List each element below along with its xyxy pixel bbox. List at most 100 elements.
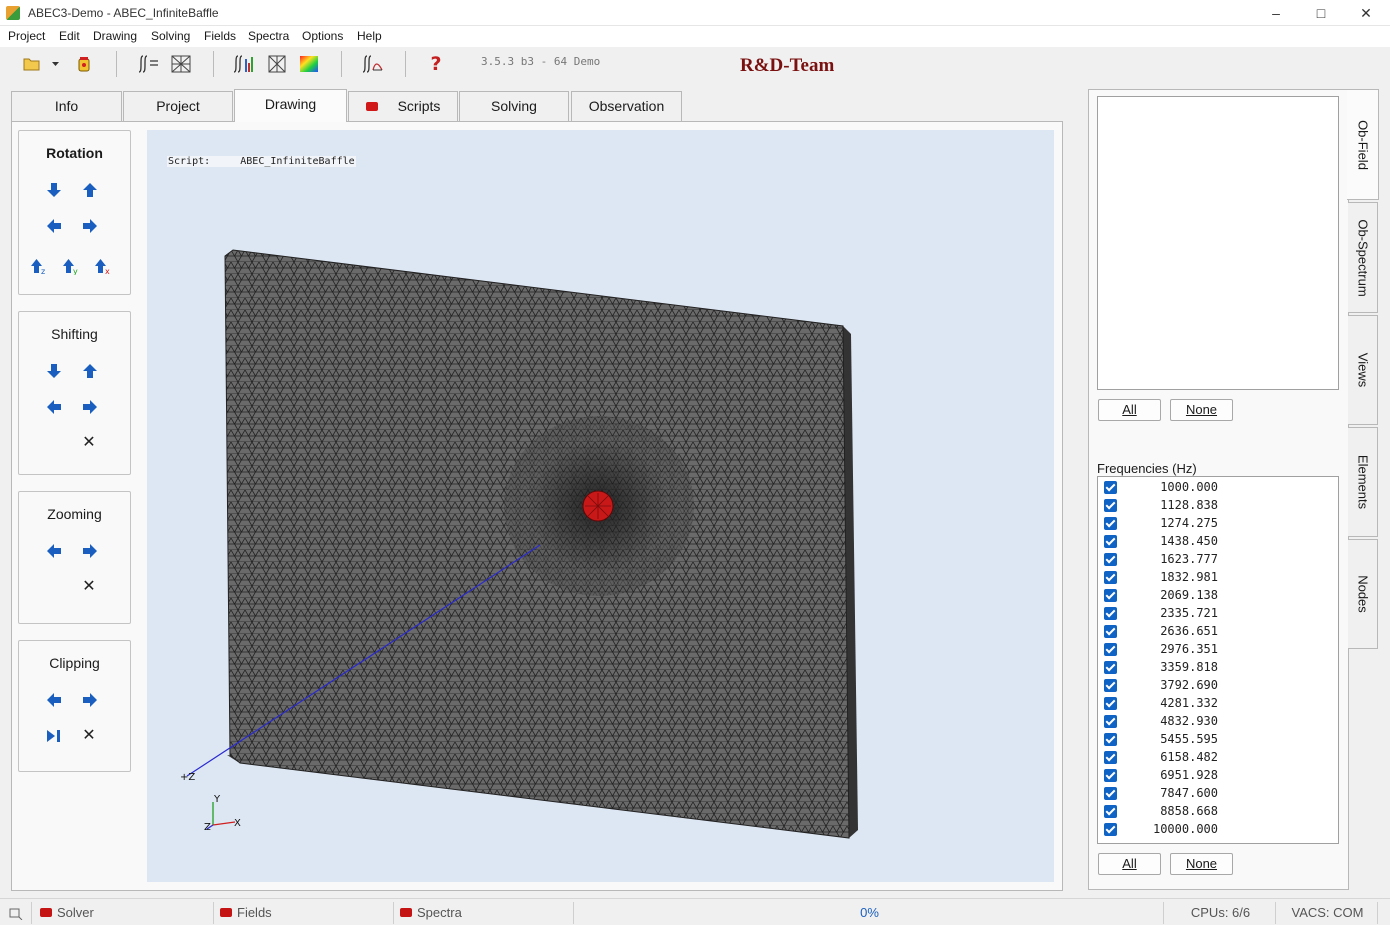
frequency-row[interactable]: 1128.838 — [1098, 496, 1338, 514]
frequency-row[interactable]: 2335.721 — [1098, 604, 1338, 622]
mesh-wire-icon[interactable] — [265, 53, 289, 75]
shift-left-arrow-icon[interactable] — [45, 398, 63, 416]
observation-list[interactable] — [1097, 96, 1339, 390]
zoom-out-arrow-icon[interactable] — [45, 542, 63, 560]
frequency-checkbox[interactable] — [1104, 751, 1117, 764]
frequency-row[interactable]: 1623.777 — [1098, 550, 1338, 568]
frequency-row[interactable]: 3359.818 — [1098, 658, 1338, 676]
integral-spectrum-icon[interactable] — [361, 53, 385, 75]
side-tab-nodes[interactable]: Nodes — [1348, 539, 1378, 649]
color-map-icon[interactable] — [297, 53, 321, 75]
frequency-checkbox[interactable] — [1104, 625, 1117, 638]
frequency-checkbox[interactable] — [1104, 481, 1117, 494]
frequency-checkbox[interactable] — [1104, 805, 1117, 818]
rotate-z-axis-icon[interactable]: z — [30, 257, 48, 275]
menu-help[interactable]: Help — [357, 29, 382, 43]
rotate-y-axis-icon[interactable]: y — [62, 257, 80, 275]
frequency-checkbox[interactable] — [1104, 697, 1117, 710]
mesh-grid-icon[interactable] — [169, 53, 193, 75]
clip-right-arrow-icon[interactable] — [81, 691, 99, 709]
frequency-checkbox[interactable] — [1104, 553, 1117, 566]
frequency-list[interactable]: 1000.000 1128.838 1274.275 1438.450 1623.777… — [1097, 476, 1339, 844]
tab-solving[interactable]: Solving — [459, 91, 569, 121]
frequency-row[interactable]: 7847.600 — [1098, 784, 1338, 802]
shift-down-arrow-icon[interactable] — [45, 362, 63, 380]
frequency-row[interactable]: 8858.668 — [1098, 802, 1338, 820]
tab-drawing[interactable]: Drawing — [234, 89, 347, 122]
maximize-button[interactable]: □ — [1298, 0, 1344, 26]
frequency-row[interactable]: 4832.930 — [1098, 712, 1338, 730]
save-jar-icon[interactable] — [72, 53, 96, 75]
menu-edit[interactable]: Edit — [59, 29, 80, 43]
zoom-in-arrow-icon[interactable] — [81, 542, 99, 560]
frequency-row[interactable]: 10000.000 — [1098, 820, 1338, 838]
clip-left-arrow-icon[interactable] — [45, 691, 63, 709]
help-question-icon[interactable]: ? — [424, 53, 448, 75]
menu-drawing[interactable]: Drawing — [93, 29, 137, 43]
frequency-row[interactable]: 6951.928 — [1098, 766, 1338, 784]
obs-none-button[interactable]: None — [1170, 399, 1233, 421]
freq-all-button[interactable]: All — [1098, 853, 1161, 875]
frequency-checkbox[interactable] — [1104, 589, 1117, 602]
menu-project[interactable]: Project — [8, 29, 45, 43]
tab-project[interactable]: Project — [123, 91, 233, 121]
rotate-up-arrow-icon[interactable] — [81, 181, 99, 199]
shift-reset-icon[interactable]: ✕ — [81, 435, 97, 451]
menu-options[interactable]: Options — [302, 29, 343, 43]
frequency-row[interactable]: 6158.482 — [1098, 748, 1338, 766]
frequency-checkbox[interactable] — [1104, 715, 1117, 728]
frequency-row[interactable]: 5455.595 — [1098, 730, 1338, 748]
frequency-checkbox[interactable] — [1104, 607, 1117, 620]
frequency-row[interactable]: 2069.138 — [1098, 586, 1338, 604]
rotate-left-arrow-icon[interactable] — [45, 217, 63, 235]
integral-list-icon[interactable] — [137, 53, 161, 75]
menu-solving[interactable]: Solving — [151, 29, 190, 43]
side-tab-ob-field-label: Ob-Field — [1355, 119, 1370, 170]
side-tab-views[interactable]: Views — [1348, 315, 1378, 425]
rotate-x-axis-icon[interactable]: x — [94, 257, 112, 275]
side-tab-nodes-label: Nodes — [1355, 575, 1370, 613]
freq-none-button[interactable]: None — [1170, 853, 1233, 875]
rotate-right-arrow-icon[interactable] — [81, 217, 99, 235]
side-tab-elements[interactable]: Elements — [1348, 427, 1378, 537]
frequency-row[interactable]: 1832.981 — [1098, 568, 1338, 586]
frequency-row[interactable]: 1000.000 — [1098, 478, 1338, 496]
menu-spectra[interactable]: Spectra — [248, 29, 289, 43]
frequency-checkbox[interactable] — [1104, 517, 1117, 530]
rotate-down-arrow-icon[interactable] — [45, 181, 63, 199]
shift-up-arrow-icon[interactable] — [81, 362, 99, 380]
tab-observation[interactable]: Observation — [571, 91, 682, 121]
shift-right-arrow-icon[interactable] — [81, 398, 99, 416]
frequency-checkbox[interactable] — [1104, 661, 1117, 674]
clip-step-icon[interactable] — [45, 727, 63, 745]
frequency-row[interactable]: 2976.351 — [1098, 640, 1338, 658]
mesh-viewport[interactable]: +Z Y Z X — [147, 130, 1054, 882]
clip-reset-icon[interactable]: ✕ — [81, 728, 97, 744]
frequency-checkbox[interactable] — [1104, 787, 1117, 800]
frequency-row[interactable]: 2636.651 — [1098, 622, 1338, 640]
frequency-row[interactable]: 1438.450 — [1098, 532, 1338, 550]
open-folder-icon[interactable] — [20, 53, 44, 75]
tab-scripts[interactable]: Scripts — [348, 91, 458, 121]
tab-info[interactable]: Info — [11, 91, 122, 121]
frequency-checkbox[interactable] — [1104, 499, 1117, 512]
side-tab-ob-field[interactable]: Ob-Field — [1347, 89, 1379, 200]
frequency-checkbox[interactable] — [1104, 769, 1117, 782]
side-tab-ob-spectrum[interactable]: Ob-Spectrum — [1348, 202, 1378, 313]
frequency-checkbox[interactable] — [1104, 823, 1117, 836]
frequency-row[interactable]: 1274.275 — [1098, 514, 1338, 532]
frequency-checkbox[interactable] — [1104, 571, 1117, 584]
frequency-row[interactable]: 3792.690 — [1098, 676, 1338, 694]
integral-bars-icon[interactable] — [232, 53, 256, 75]
menu-fields[interactable]: Fields — [204, 29, 236, 43]
close-button[interactable]: ✕ — [1343, 0, 1389, 26]
frequency-checkbox[interactable] — [1104, 733, 1117, 746]
open-dropdown-icon[interactable] — [48, 53, 62, 75]
frequency-row[interactable]: 4281.332 — [1098, 694, 1338, 712]
zoom-reset-icon[interactable]: ✕ — [81, 579, 97, 595]
frequency-checkbox[interactable] — [1104, 679, 1117, 692]
obs-all-button[interactable]: All — [1098, 399, 1161, 421]
frequency-checkbox[interactable] — [1104, 643, 1117, 656]
minimize-button[interactable]: – — [1253, 0, 1299, 26]
frequency-checkbox[interactable] — [1104, 535, 1117, 548]
